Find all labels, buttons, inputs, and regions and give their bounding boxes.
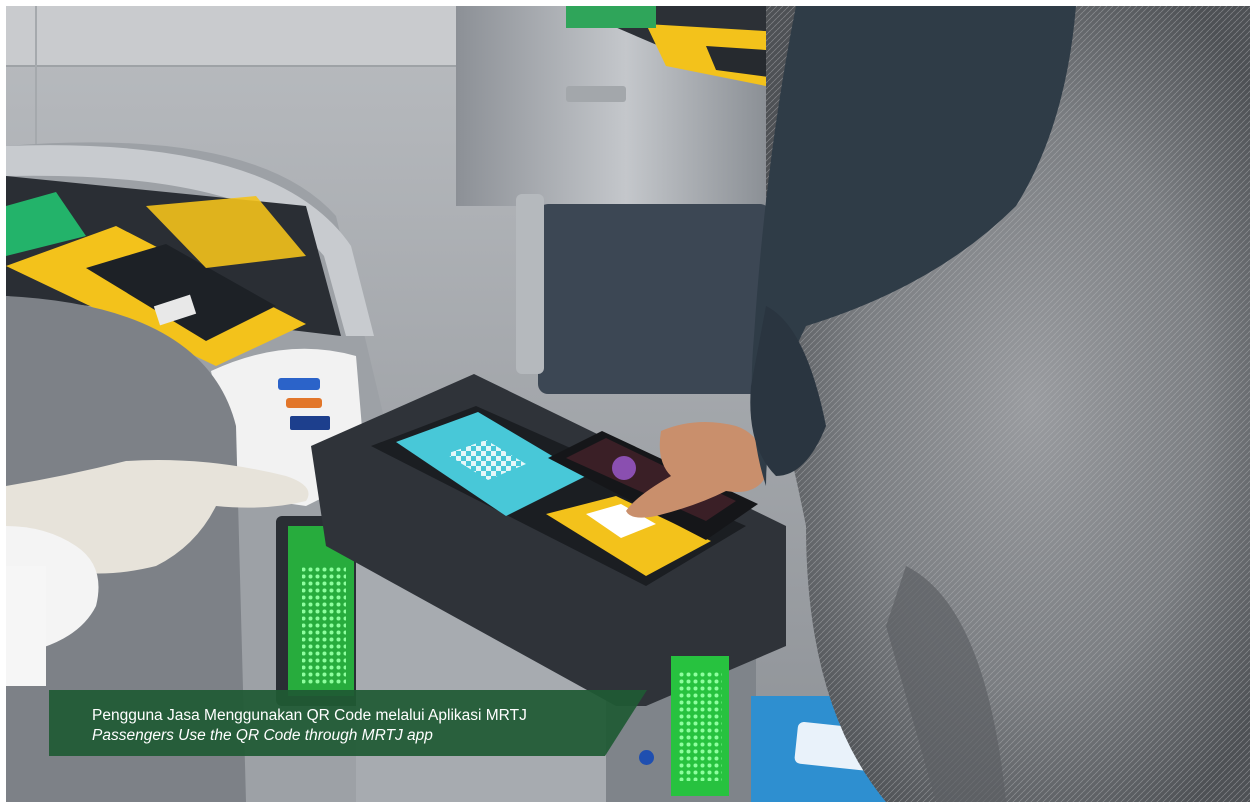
caption-english: Passengers Use the QR Code through MRTJ … xyxy=(92,727,433,744)
caption-pointer xyxy=(605,690,647,756)
photo-frame: Pengguna Jasa Menggunakan QR Code melalu… xyxy=(6,6,1250,802)
caption-marker-dot xyxy=(639,750,654,765)
photo-caption: Pengguna Jasa Menggunakan QR Code melalu… xyxy=(92,706,527,746)
caption-indonesian: Pengguna Jasa Menggunakan QR Code melalu… xyxy=(92,707,527,724)
photo-scene xyxy=(6,6,1250,802)
